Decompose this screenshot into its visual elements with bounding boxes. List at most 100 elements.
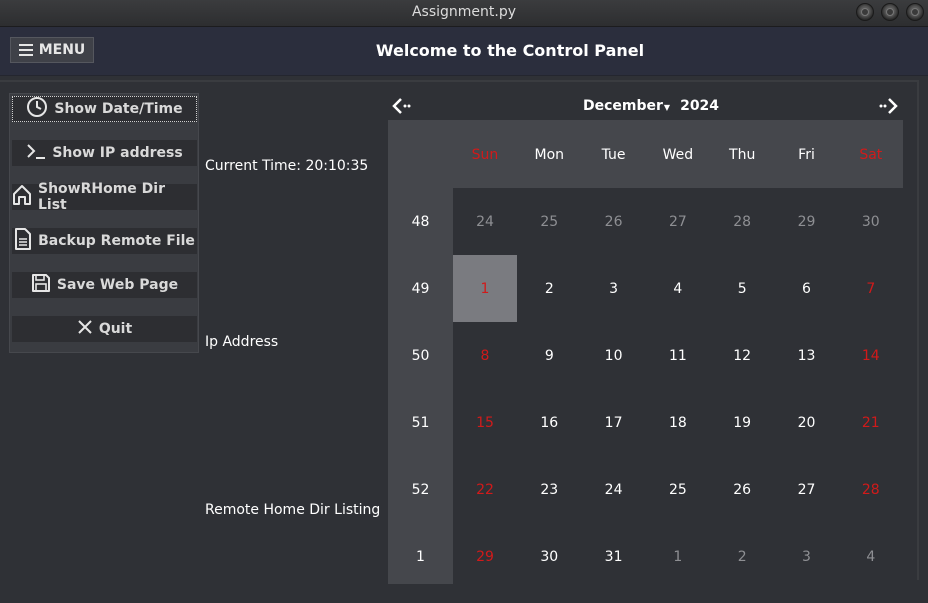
calendar-day[interactable]: 24 [453,188,517,255]
calendar-day[interactable]: 5 [710,255,774,322]
panel-divider [0,80,918,82]
weekday-mon: Mon [534,146,565,163]
weekday-sat: Sat [859,146,883,163]
show-date-time-button[interactable]: Show Date/Time [12,96,197,122]
terminal-icon [26,142,46,164]
calendar-day[interactable]: 6 [775,255,839,322]
month-label: December [583,98,663,114]
window-title: Assignment.py [411,4,517,20]
calendar-day[interactable]: 26 [710,456,774,523]
minimize-button[interactable] [856,3,874,21]
calendar-day[interactable]: 30 [839,188,903,255]
calendar-day[interactable]: 29 [453,523,517,590]
calendar-day[interactable]: 11 [646,322,710,389]
show-date-time-label: Show Date/Time [54,101,183,117]
calendar-day[interactable]: 30 [517,523,581,590]
calendar-nav: December▼ 2024 [388,92,903,120]
calendar-day[interactable]: 2 [710,523,774,590]
calendar-day[interactable]: 25 [646,456,710,523]
calendar-day[interactable]: 4 [839,523,903,590]
calendar: December▼ 2024 Sun Mon Tue Wed Thu Fri Sat 48 24… [388,92,903,584]
hamburger-icon [18,44,33,56]
calendar-day[interactable]: 9 [517,322,581,389]
calendar-day[interactable]: 19 [710,389,774,456]
calendar-day[interactable]: 17 [582,389,646,456]
quit-button[interactable]: Quit [12,316,197,342]
show-home-dir-list-label: ShowRHome Dir List [38,181,165,213]
calendar-day[interactable]: 24 [582,456,646,523]
calendar-day[interactable]: 28 [839,456,903,523]
calendar-day[interactable]: 25 [517,188,581,255]
calendar-day[interactable]: 13 [775,322,839,389]
document-icon [14,228,32,254]
calendar-day[interactable]: 14 [839,322,903,389]
show-ip-address-label: Show IP address [52,145,183,161]
week-number: 51 [411,414,430,431]
calendar-day[interactable]: 21 [839,389,903,456]
save-icon [31,273,51,297]
calendar-day[interactable]: 22 [453,456,517,523]
app-header: MENU Welcome to the Control Panel [0,27,928,76]
calendar-day[interactable]: 3 [775,523,839,590]
save-web-page-label: Save Web Page [56,277,179,293]
year-label[interactable]: 2024 [680,98,719,114]
calendar-day[interactable]: 12 [710,322,774,389]
prev-month-button[interactable] [390,96,412,116]
clock-icon [26,96,48,122]
calendar-day[interactable]: 20 [775,389,839,456]
weekday-sun: Sun [471,146,499,163]
calendar-day[interactable]: 27 [646,188,710,255]
ip-address-label: Ip Address [205,334,279,350]
current-time-label: Current Time: 20:10:35 [205,158,369,174]
calendar-day[interactable]: 15 [453,389,517,456]
weekday-tue: Tue [601,146,626,163]
calendar-day[interactable]: 31 [582,523,646,590]
maximize-button[interactable] [881,3,899,21]
sidebar-menu: Show Date/Time Show IP address ShowRHome… [9,93,199,353]
backup-remote-file-label: Backup Remote File [38,233,195,249]
page-title: Welcome to the Control Panel [375,41,645,60]
calendar-day[interactable]: 2 [517,255,581,322]
calendar-day[interactable]: 8 [453,322,517,389]
calendar-day[interactable]: 1 [453,255,517,322]
backup-remote-file-button[interactable]: Backup Remote File [12,228,197,254]
calendar-day[interactable]: 23 [517,456,581,523]
calendar-day[interactable]: 27 [775,456,839,523]
calendar-day[interactable]: 28 [710,188,774,255]
close-window-button[interactable] [906,3,924,21]
caret-down-icon: ▼ [663,103,671,112]
week-number: 1 [416,548,425,565]
calendar-day[interactable]: 7 [839,255,903,322]
remote-home-dir-label: Remote Home Dir Listing [205,502,381,518]
weekday-thu: Thu [729,146,756,163]
calendar-day[interactable]: 18 [646,389,710,456]
calendar-day[interactable]: 16 [517,389,581,456]
calendar-title: December▼ 2024 [583,98,719,114]
show-ip-address-button[interactable]: Show IP address [12,140,197,166]
next-month-button[interactable] [878,96,900,116]
weekday-wed: Wed [662,146,694,163]
calendar-day[interactable]: 10 [582,322,646,389]
week-number: 52 [411,481,430,498]
week-number: 50 [411,347,430,364]
week-number: 48 [411,213,430,230]
window-titlebar: Assignment.py [0,0,928,27]
calendar-day[interactable]: 3 [582,255,646,322]
save-web-page-button[interactable]: Save Web Page [12,272,197,298]
close-icon [77,319,93,339]
weekday-fri: Fri [798,146,815,163]
calendar-day[interactable]: 26 [582,188,646,255]
week-number: 49 [411,280,430,297]
month-selector[interactable]: December▼ [583,98,670,114]
quit-label: Quit [98,321,133,337]
panel-divider-vertical [917,80,919,580]
home-icon [12,184,32,210]
double-chevron-left-icon [392,98,411,114]
menu-button-label: MENU [38,42,86,58]
menu-button[interactable]: MENU [10,37,94,63]
double-chevron-right-icon [879,98,898,114]
calendar-day[interactable]: 4 [646,255,710,322]
show-home-dir-list-button[interactable]: ShowRHome Dir List [12,181,197,213]
calendar-day[interactable]: 29 [775,188,839,255]
calendar-day[interactable]: 1 [646,523,710,590]
